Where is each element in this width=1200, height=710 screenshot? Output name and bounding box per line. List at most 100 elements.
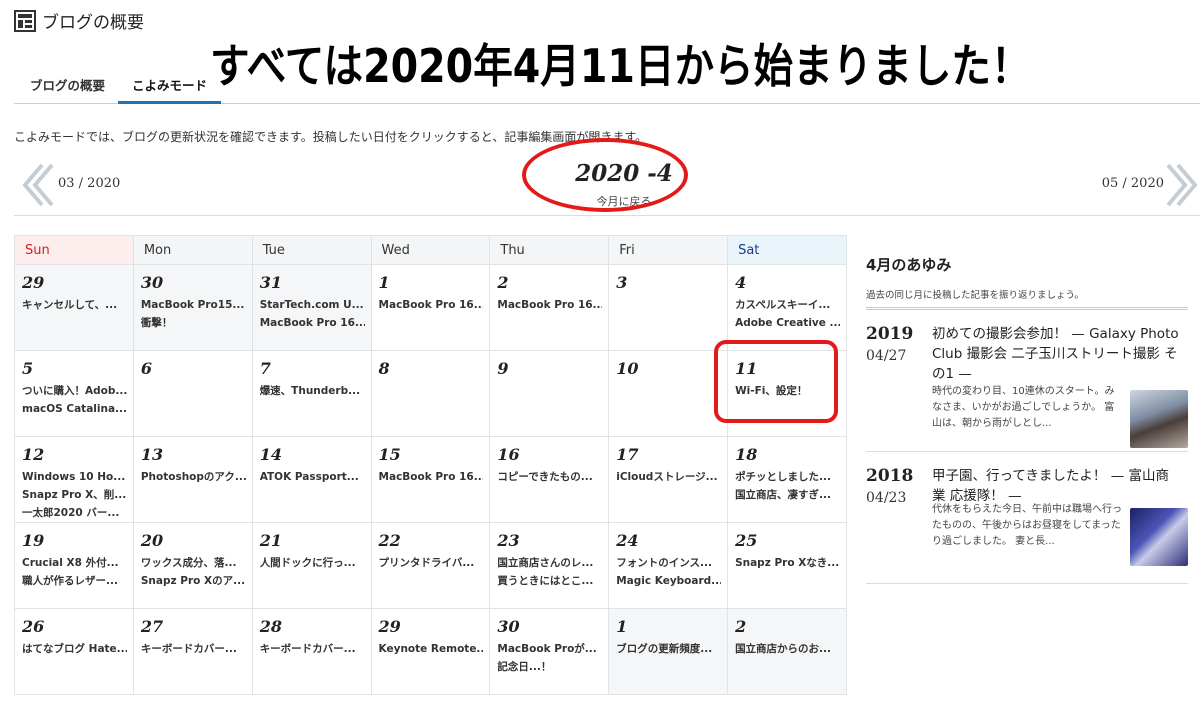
calendar-day-cell[interactable]: 1 MacBook Pro 16... [370, 264, 491, 351]
post-link[interactable]: ブログの更新頻度... [616, 642, 721, 657]
day-number: 18 [735, 445, 758, 464]
entry-thumbnail[interactable] [1130, 390, 1188, 448]
post-link[interactable]: Adobe Creative ... [735, 316, 840, 331]
entry-excerpt: 時代の変わり目、10連休のスタート。みなさま、いかがお過ごしでしょうか。 富山は… [932, 386, 1115, 429]
calendar-day-cell[interactable]: 5 ついに購入！Adob... macOS Catalina... [14, 350, 134, 437]
calendar-day-cell[interactable]: 8 [370, 350, 491, 437]
chevron-right-icon[interactable] [1166, 162, 1200, 208]
post-link[interactable]: 国立商店からのお... [735, 642, 840, 657]
post-link[interactable]: MacBook Pro 16... [379, 298, 484, 313]
calendar-day-cell[interactable]: 29 キャンセルして、... [14, 264, 134, 351]
post-link[interactable]: Magic Keyboard... [616, 574, 721, 589]
history-entry[interactable]: 2019 04/27 初めての撮影会参加！ — Galaxy Photo Clu… [866, 310, 1188, 452]
entry-title-link[interactable]: 初めての撮影会参加！ — Galaxy Photo Club 撮影会 二子玉川ス… [932, 324, 1182, 384]
calendar-day-cell[interactable]: 9 [489, 350, 610, 437]
calendar-day-cell[interactable]: 30 MacBook Pro15... 衝撃！ [132, 264, 253, 351]
calendar-day-cell[interactable]: 31 StarTech.com U... MacBook Pro 16... [251, 264, 372, 351]
post-link[interactable]: ワックス成分、落... [141, 556, 246, 571]
calendar-day-cell[interactable]: 3 [608, 264, 729, 351]
post-link[interactable]: キーボードカバー... [141, 642, 246, 657]
post-link[interactable]: 買うときにはとこ... [497, 574, 602, 589]
post-link[interactable]: Snapz Pro Xなき... [735, 556, 840, 571]
post-link[interactable]: MacBook Pro15... [141, 298, 246, 313]
calendar-day-cell[interactable]: 2 MacBook Pro 16... [489, 264, 610, 351]
post-link[interactable]: キーボードカバー... [260, 642, 365, 657]
calendar-day-cell[interactable]: 30 MacBook Proが... 記念日...！ [489, 608, 610, 695]
entry-title-link[interactable]: 甲子園、行ってきましたよ！ — 富山商業 応援隊！ — [932, 466, 1182, 506]
post-link[interactable]: ATOK Passport... [260, 470, 365, 485]
calendar-day-cell[interactable]: 10 [608, 350, 729, 437]
entry-thumbnail[interactable] [1130, 508, 1188, 566]
post-link[interactable]: Snapz Pro X、削... [22, 488, 127, 503]
calendar-day-cell[interactable]: 12 Windows 10 Ho... Snapz Pro X、削... 一太郎202… [14, 436, 134, 523]
post-link[interactable]: MacBook Pro 16... [379, 470, 484, 485]
post-link[interactable]: フォントのインス... [616, 556, 721, 571]
post-link[interactable]: StarTech.com U... [260, 298, 365, 313]
day-number: 3 [616, 273, 628, 292]
post-link[interactable]: プリンタドライバ... [379, 556, 484, 571]
calendar-day-cell[interactable]: 2 国立商店からのお... [727, 608, 847, 695]
post-link[interactable]: 人間ドックに行っ... [260, 556, 365, 571]
next-month-link[interactable]: 05 / 2020 [1102, 176, 1164, 191]
post-link[interactable]: Snapz Pro Xのア... [141, 574, 246, 589]
calendar-day-cell[interactable]: 25 Snapz Pro Xなき... [727, 522, 847, 609]
day-number: 10 [616, 359, 639, 378]
post-link[interactable]: ついに購入！Adob... [22, 384, 127, 399]
calendar-day-cell[interactable]: 1 ブログの更新頻度... [608, 608, 729, 695]
post-link[interactable]: 爆速、Thunderb... [260, 384, 365, 399]
calendar-grid: Sun Mon Tue Wed Thu Fri Sat 29 キャンセルして、..… [14, 235, 847, 695]
calendar-day-cell[interactable]: 13 Photoshopのアク... [132, 436, 253, 523]
post-link[interactable]: コピーできたもの... [497, 470, 602, 485]
post-link[interactable]: Crucial X8 外付... [22, 556, 127, 571]
post-link[interactable]: 国立商店さんのレ... [497, 556, 602, 571]
tab-overview[interactable]: ブログの概要 [30, 76, 105, 104]
post-link[interactable]: MacBook Proが... [497, 642, 602, 657]
history-entry[interactable]: 2018 04/23 甲子園、行ってきましたよ！ — 富山商業 応援隊！ — 代… [866, 452, 1188, 584]
calendar-day-cell[interactable]: 6 [132, 350, 253, 437]
post-link[interactable]: 国立商店、凄すぎ... [735, 488, 840, 503]
post-link[interactable]: Windows 10 Ho... [22, 470, 127, 485]
post-link[interactable]: 記念日...！ [497, 660, 602, 675]
post-link[interactable]: 職人が作るレザー... [22, 574, 127, 589]
day-number: 16 [497, 445, 520, 464]
day-number: 14 [259, 445, 282, 464]
calendar-day-cell[interactable]: 20 ワックス成分、落... Snapz Pro Xのア... [132, 522, 253, 609]
prev-month-link[interactable]: 03 / 2020 [58, 176, 120, 191]
calendar-day-cell[interactable]: 17 iCloudストレージ... [608, 436, 729, 523]
post-link[interactable]: 一太郎2020 バー... [22, 506, 127, 521]
post-link[interactable]: はてなブログ Hate... [22, 642, 127, 657]
post-link[interactable]: iCloudストレージ... [616, 470, 721, 485]
calendar-day-cell[interactable]: 15 MacBook Pro 16... [370, 436, 491, 523]
calendar-day-cell[interactable]: 23 国立商店さんのレ... 買うときにはとこ... [489, 522, 610, 609]
post-link[interactable]: MacBook Pro 16... [497, 298, 602, 313]
calendar-day-cell[interactable]: 18 ポチッとしました... 国立商店、凄すぎ... [727, 436, 847, 523]
calendar-day-cell[interactable]: 28 キーボードカバー... [251, 608, 372, 695]
calendar-day-cell[interactable]: 14 ATOK Passport... [251, 436, 372, 523]
post-link[interactable]: カスペルスキーイ... [735, 298, 840, 313]
post-link[interactable]: キャンセルして、... [22, 298, 127, 313]
calendar-day-cell[interactable]: 26 はてなブログ Hate... [14, 608, 134, 695]
post-link[interactable]: ポチッとしました... [735, 470, 840, 485]
calendar-day-cell[interactable]: 29 Keynote Remote... [370, 608, 491, 695]
calendar-day-cell[interactable]: 16 コピーできたもの... [489, 436, 610, 523]
sidebar-subtitle: 過去の同じ月に投稿した記事を振り返りましょう。 [866, 287, 1188, 310]
entry-year: 2018 [866, 466, 914, 486]
day-number: 15 [378, 445, 401, 464]
calendar-day-cell[interactable]: 22 プリンタドライバ... [370, 522, 491, 609]
chevron-left-icon[interactable] [20, 162, 54, 208]
post-link[interactable]: macOS Catalina... [22, 402, 127, 417]
calendar-day-cell[interactable]: 4 カスペルスキーイ... Adobe Creative ... [727, 264, 847, 351]
post-link[interactable]: Photoshopのアク... [141, 470, 246, 485]
post-link[interactable]: MacBook Pro 16... [260, 316, 365, 331]
calendar-day-cell[interactable]: 21 人間ドックに行っ... [251, 522, 372, 609]
day-number: 24 [616, 531, 639, 550]
sidebar-title: 4月のあゆみ [866, 256, 952, 274]
entry-excerpt: 代休をもらえた今日、午前中は職場へ行ったものの、午後からはお昼寝をしてまったり過… [932, 504, 1122, 547]
post-link[interactable]: 衝撃！ [141, 316, 246, 331]
calendar-day-cell[interactable]: 19 Crucial X8 外付... 職人が作るレザー... [14, 522, 134, 609]
post-link[interactable]: Keynote Remote... [379, 642, 484, 657]
calendar-day-cell[interactable]: 27 キーボードカバー... [132, 608, 253, 695]
calendar-day-cell[interactable]: 24 フォントのインス... Magic Keyboard... [608, 522, 729, 609]
tab-calendar-mode[interactable]: こよみモード [118, 76, 221, 104]
calendar-day-cell[interactable]: 7 爆速、Thunderb... [251, 350, 372, 437]
